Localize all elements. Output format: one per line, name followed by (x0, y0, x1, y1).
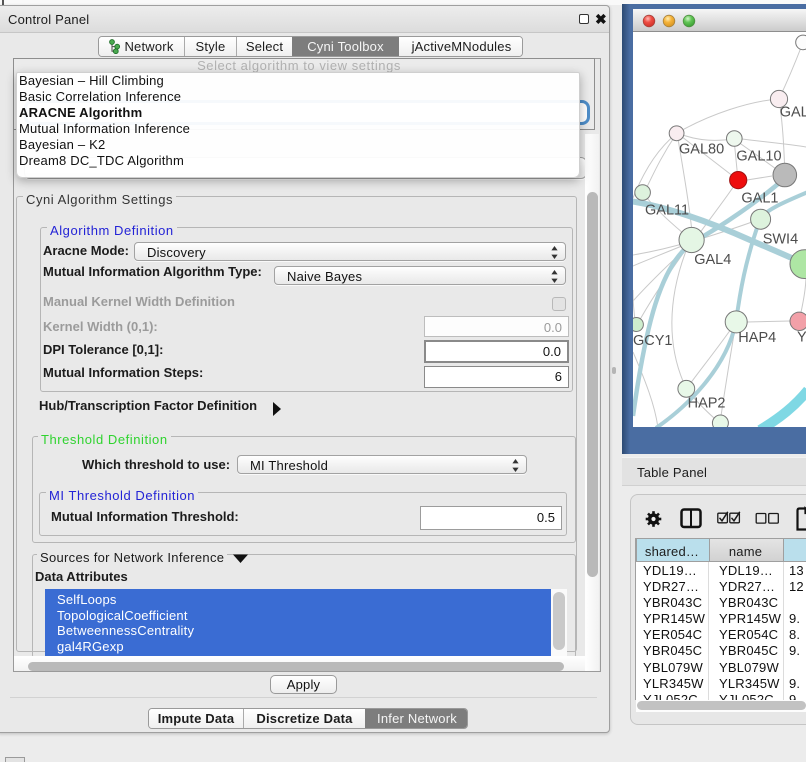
svg-text:GAL7: GAL7 (780, 105, 806, 121)
svg-text:YD: YD (797, 330, 806, 346)
svg-text:GAL11: GAL11 (645, 203, 689, 219)
svg-text:HAP4: HAP4 (738, 330, 776, 346)
svg-text:GAL80: GAL80 (679, 142, 724, 158)
svg-text:SWI4: SWI4 (763, 232, 798, 248)
svg-text:GCY1: GCY1 (633, 333, 673, 349)
svg-text:GAL10: GAL10 (736, 149, 781, 165)
svg-text:GAL1: GAL1 (741, 191, 778, 207)
svg-text:HAP2: HAP2 (688, 396, 726, 412)
svg-text:GAL4: GAL4 (694, 252, 731, 268)
